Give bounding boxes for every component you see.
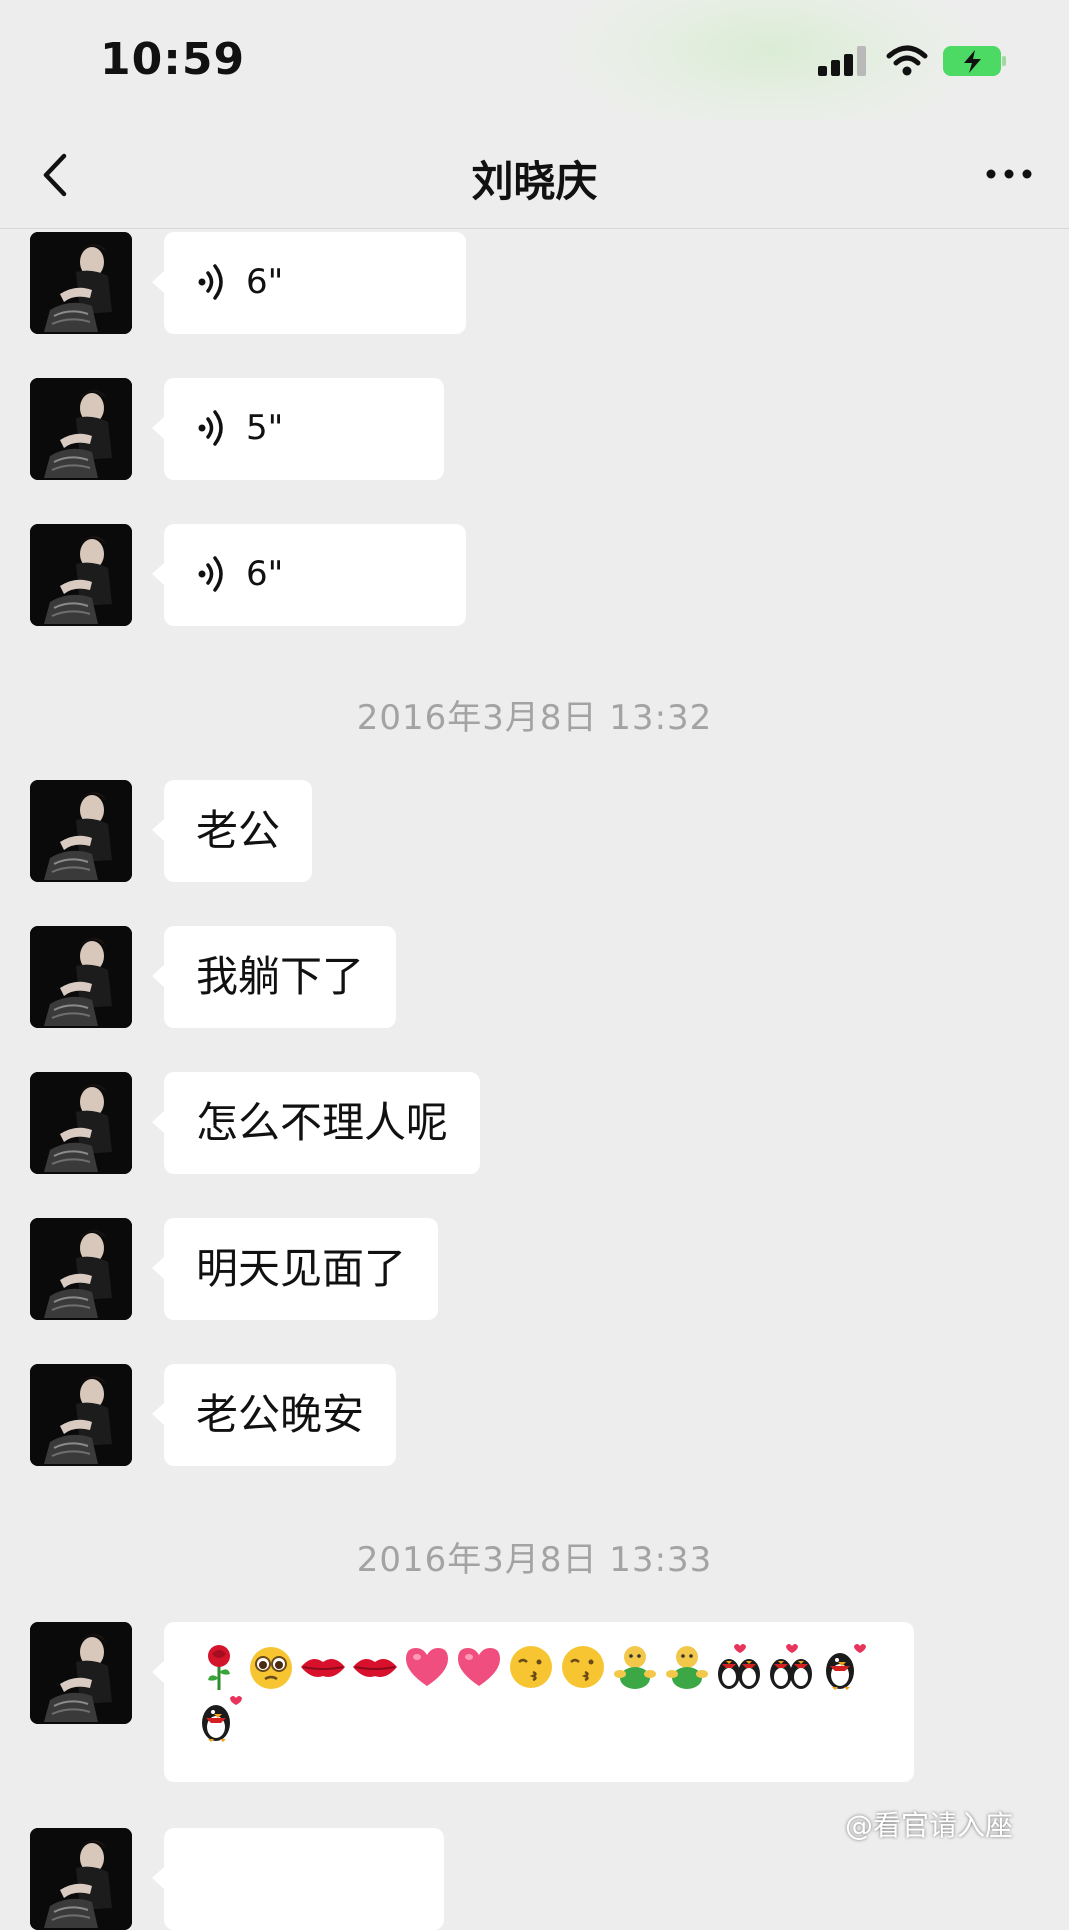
avatar[interactable] <box>30 780 132 882</box>
voice-message-bubble[interactable]: 6" <box>152 524 466 626</box>
penguin-couple-icon <box>766 1642 816 1692</box>
heart-icon <box>402 1642 452 1692</box>
avatar[interactable] <box>30 1364 132 1466</box>
heart-icon <box>454 1642 504 1692</box>
text-message-bubble[interactable]: 我躺下了 <box>151 926 397 1028</box>
kissing-face-icon <box>506 1642 556 1692</box>
penguin-love-icon <box>194 1694 244 1744</box>
battery-charging-icon <box>943 46 1006 76</box>
rose-icon <box>194 1642 244 1692</box>
timestamp: 2016年3月8日 13:32 <box>356 698 713 738</box>
text-message-bubble[interactable] <box>152 1828 444 1930</box>
emoji-message-bubble[interactable] <box>152 1622 914 1782</box>
voice-duration: 5" <box>246 407 284 448</box>
cellular-signal-icon <box>818 44 868 76</box>
text-message-bubble[interactable]: 明天见面了 <box>151 1218 439 1320</box>
avatar[interactable] <box>30 1828 132 1930</box>
emoji-list <box>194 1642 888 1744</box>
lips-icon <box>350 1642 400 1692</box>
timestamp: 2016年3月8日 13:33 <box>356 1540 713 1580</box>
hug-figure-icon <box>662 1642 712 1692</box>
wifi-icon <box>886 45 928 76</box>
ellipsis-icon[interactable] <box>984 164 1034 184</box>
kissing-face-icon <box>558 1642 608 1692</box>
voice-wave-icon <box>196 262 230 302</box>
avatar[interactable] <box>30 232 132 334</box>
watermark: @看官请入座 <box>845 1809 1014 1842</box>
text-message-bubble[interactable]: 怎么不理人呢 <box>151 1072 481 1174</box>
voice-wave-icon <box>196 554 230 594</box>
status-time: 10:59 <box>100 34 246 85</box>
lips-icon <box>298 1642 348 1692</box>
penguin-couple-icon <box>714 1642 764 1692</box>
chat-title: 刘晓庆 <box>471 157 598 206</box>
text-message-bubble[interactable]: 老公晚安 <box>151 1364 397 1466</box>
voice-message-bubble[interactable]: 6" <box>152 232 466 334</box>
hug-figure-icon <box>610 1642 660 1692</box>
status-bar: 10:59 <box>0 0 1069 120</box>
voice-duration: 6" <box>246 553 284 594</box>
voice-message-bubble[interactable]: 5" <box>152 378 444 480</box>
voice-wave-icon <box>196 408 230 448</box>
voice-duration: 6" <box>246 261 284 302</box>
penguin-love-icon <box>818 1642 868 1692</box>
avatar[interactable] <box>30 1622 132 1724</box>
avatar[interactable] <box>30 926 132 1028</box>
avatar[interactable] <box>30 378 132 480</box>
pleading-face-icon <box>246 1642 296 1692</box>
text-message-bubble[interactable]: 老公 <box>151 780 313 882</box>
chat-header: 刘晓庆 <box>0 120 1069 229</box>
avatar[interactable] <box>30 524 132 626</box>
avatar[interactable] <box>30 1072 132 1174</box>
avatar[interactable] <box>30 1218 132 1320</box>
